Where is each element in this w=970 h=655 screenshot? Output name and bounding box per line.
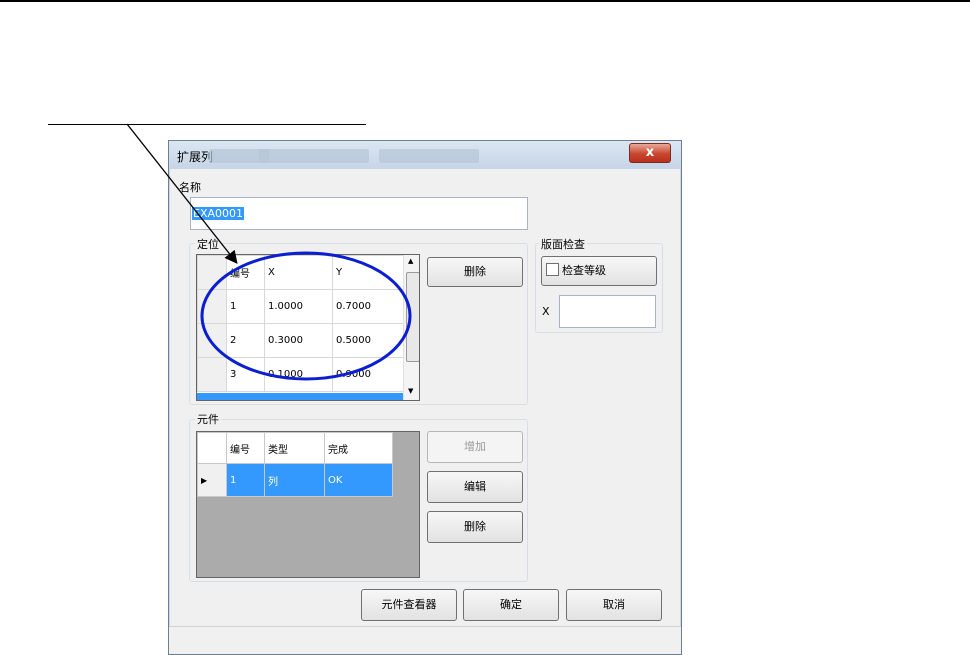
cell-done[interactable]: OK (324, 463, 393, 497)
grid-header-row: 编号 类型 完成 (197, 432, 393, 464)
table-row[interactable]: 2 0.3000 0.5000 (197, 323, 405, 358)
check-level-checkbox[interactable] (546, 263, 559, 276)
dialog-window: 扩展列 x 名称 EXA0001 定位 编号 X Y 1 1.0000 0.70… (168, 140, 682, 655)
table-row[interactable]: 1 1.0000 0.7000 (197, 289, 405, 324)
add-component-button[interactable]: 增加 (427, 431, 523, 463)
name-label: 名称 (179, 181, 201, 194)
cell-y[interactable]: 0.5000 (332, 323, 405, 358)
cell-no[interactable]: 1 (226, 289, 265, 324)
cell-no[interactable]: 1 (226, 463, 265, 497)
page-top-rule (0, 0, 970, 2)
components-grid[interactable]: 编号 类型 完成 ▶ 1 列 OK (196, 431, 420, 578)
current-row-arrow-icon: ▶ (201, 475, 208, 485)
callout-underline (48, 124, 366, 125)
components-group-title: 元件 (195, 411, 221, 427)
name-input[interactable]: EXA0001 (190, 197, 528, 230)
window-title: 扩展列 (177, 150, 214, 164)
check-level-label: 检查等级 (562, 264, 606, 277)
close-icon: x (645, 145, 655, 160)
cell-y[interactable]: 0.7000 (332, 289, 405, 324)
background-tab-ghost (259, 149, 369, 163)
cell-x[interactable]: 1.0000 (264, 289, 333, 324)
page-check-group-title: 版面检查 (539, 236, 587, 252)
row-header-cell[interactable]: ▶ (197, 463, 227, 497)
positioning-grid[interactable]: 编号 X Y 1 1.0000 0.7000 2 0.3000 0.5000 3… (196, 254, 420, 401)
cell-x[interactable]: 0.1000 (264, 357, 333, 392)
x-label: X (542, 305, 550, 318)
cell-y[interactable]: 0.9000 (332, 357, 405, 392)
background-tab-ghost (379, 149, 479, 163)
check-level-toggle[interactable]: 检查等级 (541, 256, 657, 286)
ok-button[interactable]: 确定 (463, 589, 559, 621)
table-row[interactable]: ▶ 1 列 OK (197, 463, 393, 497)
row-header-cell (197, 255, 227, 290)
name-input-value: EXA0001 (192, 207, 245, 220)
cell-type[interactable]: 列 (264, 463, 325, 497)
cell-x[interactable]: 0.3000 (264, 323, 333, 358)
x-input[interactable] (559, 295, 656, 328)
positioning-delete-button[interactable]: 删除 (427, 257, 523, 287)
row-header-cell[interactable] (197, 357, 227, 392)
scroll-up-icon[interactable]: ▲ (408, 257, 413, 265)
row-header-cell (197, 432, 227, 464)
close-button[interactable]: x (629, 143, 671, 163)
row-header-cell[interactable] (197, 323, 227, 358)
scroll-down-icon[interactable]: ▼ (408, 387, 413, 395)
column-header[interactable]: 编号 (226, 432, 265, 464)
column-header[interactable]: X (264, 255, 333, 290)
table-row[interactable]: 3 0.1000 0.9000 (197, 357, 405, 392)
row-header-cell[interactable] (197, 289, 227, 324)
cancel-button[interactable]: 取消 (566, 589, 662, 621)
cell-no[interactable]: 2 (226, 323, 265, 358)
cell-no[interactable]: 3 (226, 357, 265, 392)
column-header[interactable]: Y (332, 255, 405, 290)
delete-component-button[interactable]: 删除 (427, 511, 523, 543)
column-header[interactable]: 完成 (324, 432, 393, 464)
column-header[interactable]: 类型 (264, 432, 325, 464)
component-viewer-button[interactable]: 元件查看器 (361, 589, 457, 621)
grid-header-row: 编号 X Y (197, 255, 405, 290)
status-bar (169, 626, 681, 654)
edit-component-button[interactable]: 编辑 (427, 471, 523, 503)
vertical-scrollbar[interactable]: ▲ ▼ (403, 255, 419, 400)
positioning-group-title: 定位 (195, 236, 221, 252)
column-header[interactable]: 编号 (226, 255, 265, 290)
selected-row-partial (197, 393, 404, 400)
scroll-thumb[interactable] (406, 272, 419, 362)
title-bar[interactable]: 扩展列 x (169, 141, 681, 169)
